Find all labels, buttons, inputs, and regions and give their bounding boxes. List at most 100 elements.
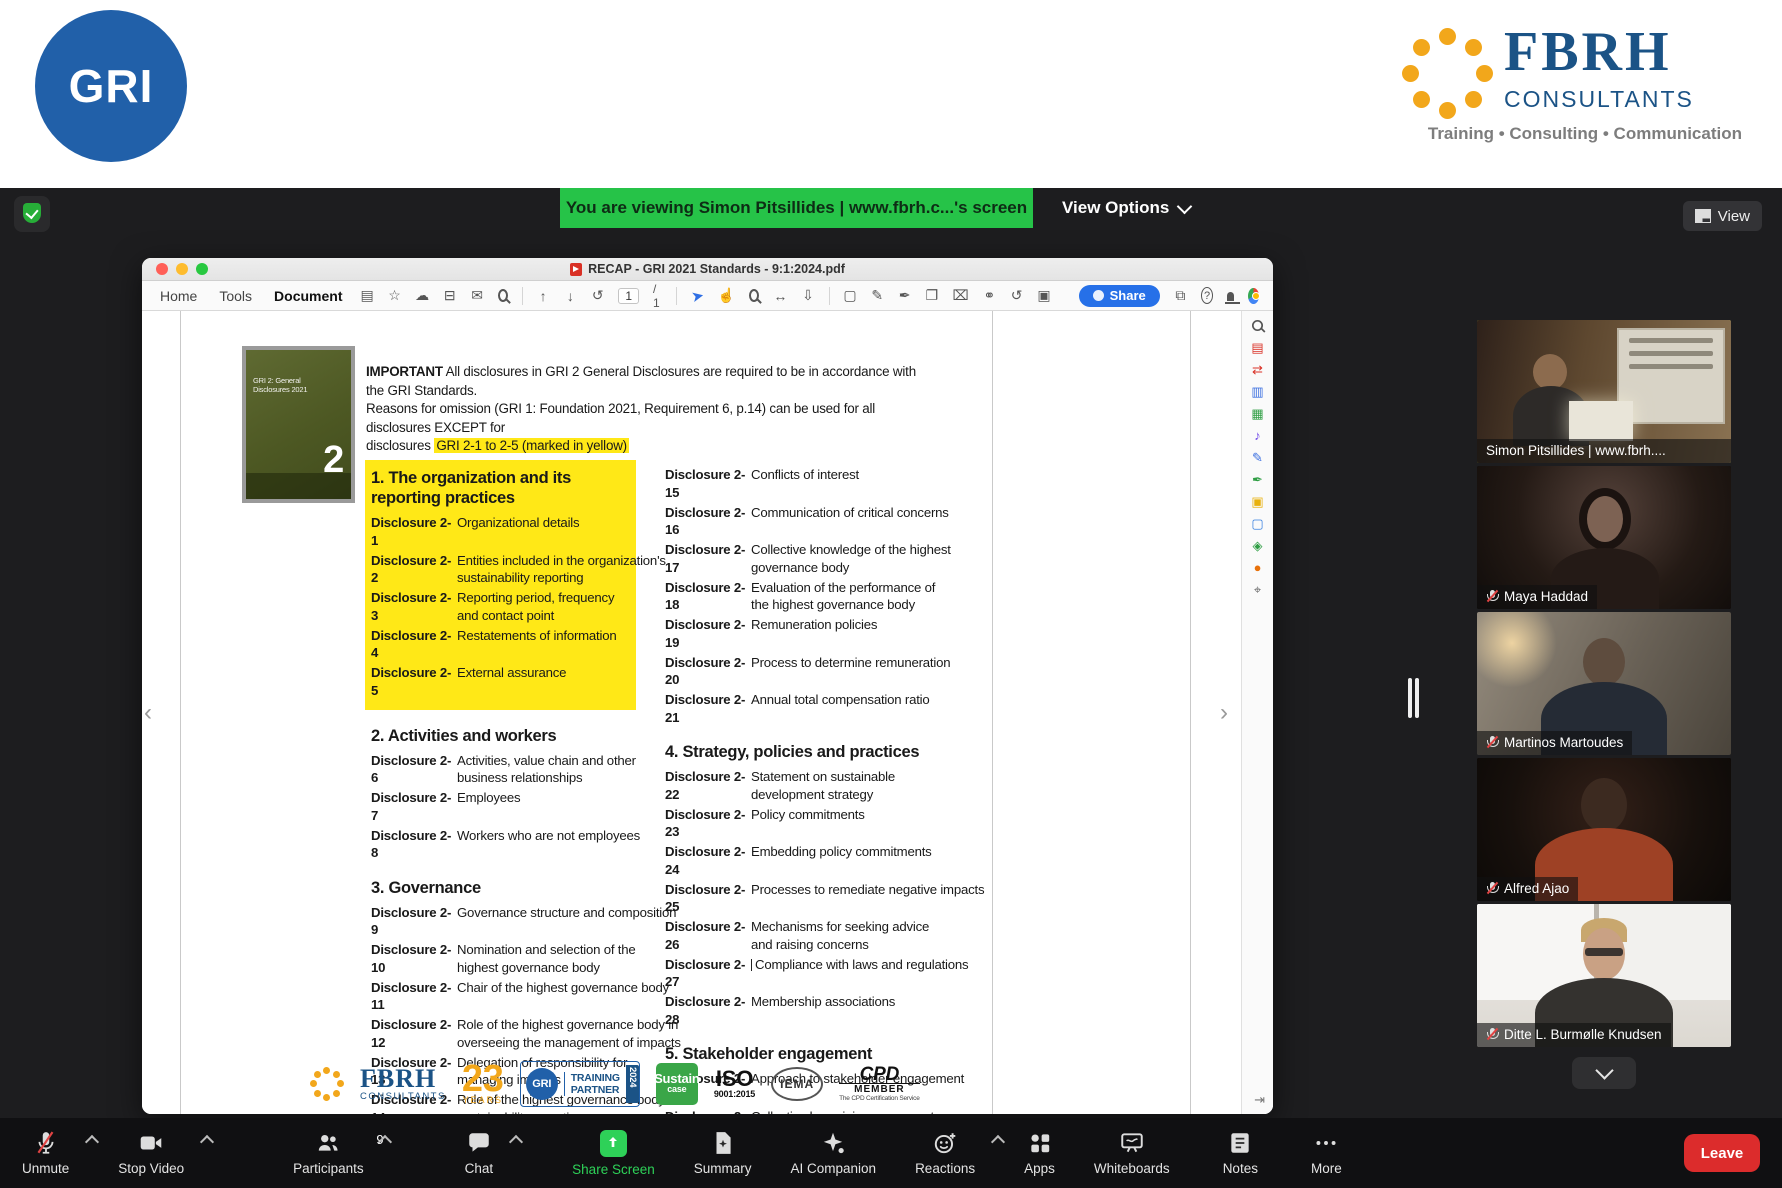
stop-video-button[interactable]: Stop Video — [112, 1130, 200, 1176]
extract-page-icon[interactable] — [1037, 287, 1050, 304]
iema-logo: IEMA — [771, 1067, 823, 1101]
whiteboards-button[interactable]: Whiteboards — [1088, 1130, 1176, 1176]
page-up-icon[interactable] — [536, 288, 549, 304]
link-icon[interactable] — [983, 287, 996, 304]
security-shield-icon[interactable] — [14, 196, 50, 232]
minimize-window-icon[interactable] — [176, 263, 188, 275]
video-tile-alfred[interactable]: Alfred Ajao — [1477, 758, 1731, 901]
reactions-icon — [932, 1130, 958, 1156]
toolbar-divider — [829, 287, 830, 305]
disclosure-row: Disclosure 2-12Role of the highest gover… — [371, 1016, 655, 1051]
cloud-upload-icon[interactable] — [415, 287, 429, 304]
download-page-icon[interactable] — [801, 287, 814, 304]
zoom-in-icon[interactable] — [749, 289, 759, 302]
delete-icon[interactable] — [953, 287, 969, 304]
iso-logo: ISO 9001:2015 — [714, 1069, 755, 1099]
disclosure-term: Disclosure 2-1 — [371, 514, 457, 549]
certification-logos: FBRH CONSULTANTS 23 YEARS GRI TRAINING P… — [310, 1055, 920, 1113]
disclosure-row: Disclosure 2-10Nomination and selection … — [371, 941, 655, 976]
disclosure-term: Disclosure 2-22 — [665, 768, 751, 803]
chevron-up-icon[interactable] — [509, 1135, 523, 1149]
menu-tools[interactable]: Tools — [215, 286, 256, 306]
unmute-button[interactable]: Unmute — [16, 1130, 85, 1176]
share-screen-label: Share Screen — [572, 1162, 655, 1177]
view-options-button[interactable]: View Options — [1048, 188, 1204, 228]
section-title: 2. Activities and workers — [371, 726, 655, 746]
rotate-icon[interactable] — [1010, 287, 1023, 304]
chrome-icon[interactable] — [1248, 288, 1259, 304]
important-label: IMPORTANT — [366, 364, 443, 379]
reactions-button[interactable]: Reactions — [909, 1130, 991, 1176]
search-icon[interactable] — [498, 289, 508, 302]
notes-button[interactable]: Notes — [1217, 1130, 1264, 1176]
page-down-icon[interactable] — [564, 288, 577, 304]
collapse-panel-button[interactable] — [1572, 1057, 1636, 1089]
history-back-icon[interactable] — [591, 287, 604, 304]
cover-title: GRI 2: General Disclosures 2021 — [253, 376, 333, 394]
print-icon[interactable] — [443, 287, 456, 304]
chat-button[interactable]: Chat — [459, 1130, 510, 1176]
pdf-content-area[interactable]: ‹ › ▤ ⇄ ▥ ▦ ♪ ✎ ✒ ▣ ▢ ◈ ● ⌖ ⇥ GRI 2: Gen — [142, 311, 1273, 1114]
disclosure-term: Disclosure 2-15 — [665, 466, 751, 501]
video-tile-martinos[interactable]: Martinos Martoudes — [1477, 612, 1731, 755]
fbrh-dots-icon — [310, 1067, 344, 1101]
page-number-input[interactable]: 1 — [618, 288, 639, 304]
leave-button[interactable]: Leave — [1684, 1134, 1760, 1172]
disclosure-desc: and raising concerns — [751, 936, 995, 954]
notes-icon — [1227, 1130, 1253, 1156]
summary-icon — [710, 1130, 736, 1156]
section-title: 1. The organization and its reporting pr… — [371, 468, 621, 508]
chevron-up-icon[interactable] — [991, 1135, 1005, 1149]
ai-companion-button[interactable]: AI Companion — [785, 1130, 883, 1176]
panel-resize-handle[interactable] — [1408, 678, 1419, 718]
disclosure-term: Disclosure 2-11 — [371, 979, 457, 1014]
menu-home[interactable]: Home — [156, 286, 201, 306]
email-icon[interactable] — [470, 287, 483, 304]
window-controls[interactable] — [156, 263, 208, 275]
view-button[interactable]: View — [1683, 201, 1762, 231]
apps-button[interactable]: Apps — [1018, 1130, 1061, 1176]
save-icon[interactable] — [361, 287, 374, 304]
disclosure-row: Disclosure 2-15Conflicts of interest — [665, 466, 995, 501]
fbrh-footer-logo: FBRH CONSULTANTS — [360, 1067, 446, 1102]
notifications-bell-icon[interactable] — [1227, 292, 1234, 301]
apps-icon — [1027, 1130, 1053, 1156]
chevron-up-icon[interactable] — [85, 1135, 99, 1149]
video-tile-simon[interactable]: Simon Pitsillides | www.fbrh.... — [1477, 320, 1731, 463]
share-button[interactable]: Share — [1079, 285, 1160, 307]
star-icon[interactable] — [388, 287, 401, 304]
disclosure-row: Disclosure 2-6Activities, value chain an… — [371, 752, 655, 787]
disclosure-row: Disclosure 2-9Governance structure and c… — [371, 904, 655, 939]
close-window-icon[interactable] — [156, 263, 168, 275]
video-tile-maya[interactable]: Maya Haddad — [1477, 466, 1731, 609]
partner-label: PARTNER — [571, 1084, 620, 1096]
important-line2: Reasons for omission (GRI 1: Foundation … — [366, 400, 926, 437]
share-screen-button[interactable]: Share Screen — [566, 1130, 661, 1177]
video-tile-ditte[interactable]: Ditte L. Burmølle Knudsen — [1477, 904, 1731, 1047]
summary-button[interactable]: Summary — [688, 1130, 758, 1176]
disclosure-term: Disclosure 2-12 — [371, 1016, 457, 1051]
stamp-icon[interactable] — [925, 287, 938, 304]
hand-tool-icon[interactable] — [718, 287, 735, 304]
participants-button[interactable]: 9 Participants — [287, 1130, 386, 1176]
disclosure-desc: Workers who are not employees — [457, 827, 655, 845]
maximize-window-icon[interactable] — [196, 263, 208, 275]
cast-icon[interactable] — [1174, 287, 1187, 304]
highlighted-section-box: 1. The organization and its reporting pr… — [365, 460, 636, 710]
fbrh-footer-sub: CONSULTANTS — [360, 1091, 446, 1102]
comment-icon[interactable] — [843, 287, 856, 304]
cpd-member: MEMBER — [839, 1083, 920, 1095]
chevron-up-icon[interactable] — [200, 1135, 214, 1149]
sign-icon[interactable] — [898, 287, 911, 304]
fit-width-icon[interactable] — [773, 288, 787, 304]
disclosure-term: Disclosure 2-4 — [371, 627, 457, 662]
mic-muted-icon — [1486, 881, 1498, 896]
participants-label: Participants — [293, 1161, 364, 1176]
pdf-titlebar[interactable]: RECAP - GRI 2021 Standards - 9:1:2024.pd… — [142, 258, 1273, 281]
highlighter-icon[interactable] — [871, 287, 884, 304]
select-cursor-icon[interactable]: ➤ — [689, 285, 706, 305]
cover-number: 2 — [323, 443, 344, 477]
menu-document[interactable]: Document — [270, 286, 346, 306]
help-icon[interactable]: ? — [1201, 287, 1213, 304]
more-button[interactable]: More — [1305, 1130, 1348, 1176]
